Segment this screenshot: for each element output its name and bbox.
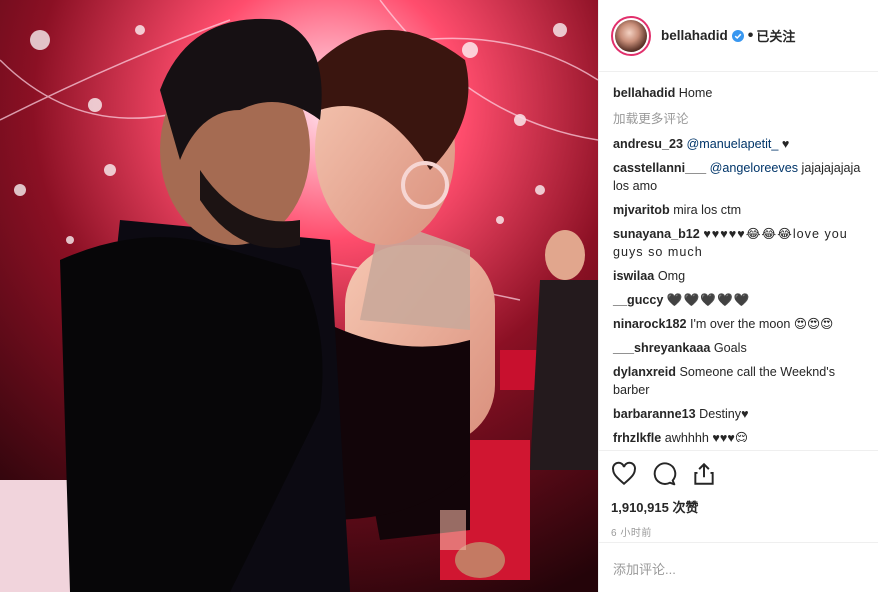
comment-username[interactable]: frhzlkfle <box>613 431 661 442</box>
comment-username[interactable]: __guccy <box>613 293 663 307</box>
comment-item: ___shreyankaaa Goals <box>613 339 864 357</box>
comment-item: casstellanni___ @angeloreeves jajajajaja… <box>613 159 864 195</box>
post-timestamp: 6 小时前 <box>611 528 652 539</box>
avatar[interactable] <box>611 15 651 56</box>
verified-badge-icon <box>731 29 744 42</box>
comment-item: sunayana_b12 ♥♥♥♥♥😂😂😂love you guys so mu… <box>613 225 864 261</box>
comment-username[interactable]: iswilaa <box>613 269 654 283</box>
comment-item: andresu_23 @manuelapetit_ ♥ <box>613 135 864 153</box>
instagram-post: bellahadid • 已关注 bellahadid Home 加载更多评论 … <box>0 0 878 592</box>
comment-text: 🖤🖤🖤🖤🖤 <box>666 293 751 307</box>
follow-status-button[interactable]: 已关注 <box>756 26 795 45</box>
comment-text: awhhhh ♥♥♥😌 <box>664 431 748 442</box>
comment-username[interactable]: barbaranne13 <box>613 407 696 421</box>
comment-item: __guccy 🖤🖤🖤🖤🖤 <box>613 291 864 309</box>
comment-text: ♥ <box>778 137 790 151</box>
comment-mention[interactable]: @manuelapetit_ <box>687 137 779 151</box>
comment-item: iswilaa Omg <box>613 267 864 285</box>
add-comment-input[interactable]: 添加评论... <box>599 542 878 592</box>
caption-text: Home <box>678 86 713 100</box>
header-username[interactable]: bellahadid <box>661 28 728 43</box>
comment-username[interactable]: dylanxreid <box>613 365 676 379</box>
comment-username[interactable]: sunayana_b12 <box>613 227 700 241</box>
couple-photo-illustration <box>0 0 598 592</box>
comment-text: I'm over the moon 😍😍😍 <box>690 317 834 331</box>
comment-icon[interactable] <box>651 461 677 487</box>
comments-list: bellahadid Home 加载更多评论 andresu_23 @manue… <box>599 72 878 442</box>
post-sidebar: bellahadid • 已关注 bellahadid Home 加载更多评论 … <box>598 0 878 592</box>
comment-username[interactable]: andresu_23 <box>613 137 683 151</box>
comment-mention[interactable]: @angeloreeves <box>710 161 798 175</box>
action-icons <box>611 459 867 489</box>
likes-count[interactable]: 1,910,915 次赞 <box>611 497 867 516</box>
comment-text: mira los ctm <box>673 203 742 217</box>
likes-number: 1,910,915 <box>611 500 669 515</box>
likes-label: 次赞 <box>672 500 699 515</box>
comment-username[interactable]: ___shreyankaaa <box>613 341 710 355</box>
comment-username[interactable]: ninarock182 <box>613 317 687 331</box>
post-header: bellahadid • 已关注 <box>599 0 878 72</box>
comment-text: Destiny♥ <box>699 407 749 421</box>
heart-icon[interactable] <box>611 461 637 487</box>
comment-item: frhzlkfle awhhhh ♥♥♥😌 <box>613 429 864 442</box>
comment-username[interactable]: casstellanni___ <box>613 161 706 175</box>
caption: bellahadid Home <box>613 84 864 102</box>
avatar-image <box>615 19 647 52</box>
header-separator: • <box>747 26 754 44</box>
comment-item: barbaranne13 Destiny♥ <box>613 405 864 423</box>
post-photo[interactable] <box>0 0 598 592</box>
caption-username[interactable]: bellahadid <box>613 86 675 100</box>
post-actions: 1,910,915 次赞 6 小时前 <box>599 450 878 539</box>
share-icon[interactable] <box>691 461 717 487</box>
load-more-comments-button[interactable]: 加载更多评论 <box>613 108 864 127</box>
comment-text: Goals <box>713 341 747 355</box>
comment-item: mjvaritob mira los ctm <box>613 201 864 219</box>
comment-username[interactable]: mjvaritob <box>613 203 670 217</box>
comment-item: dylanxreid Someone call the Weeknd's bar… <box>613 363 864 399</box>
comment-text: Omg <box>657 269 686 283</box>
comment-item: ninarock182 I'm over the moon 😍😍😍 <box>613 315 864 333</box>
